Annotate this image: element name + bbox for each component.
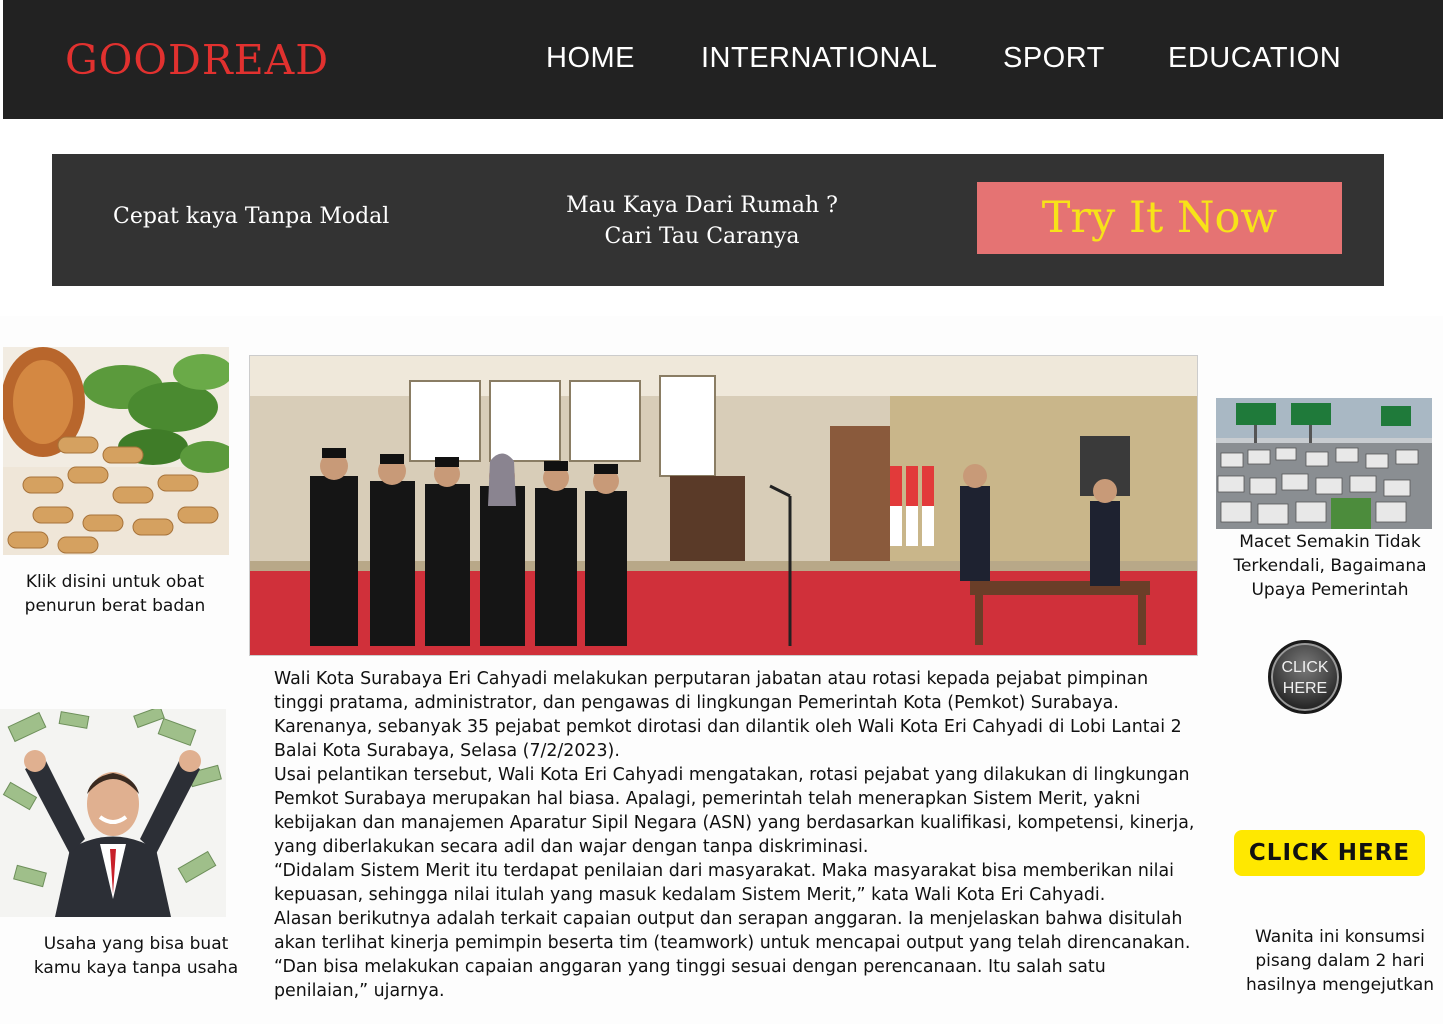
banana-ad-caption[interactable]: Wanita ini konsumsi pisang dalam 2 hari … <box>1240 925 1440 997</box>
rich-businessman-ad-image[interactable] <box>0 709 226 917</box>
business-ad-caption[interactable]: Usaha yang bisa buat kamu kaya tanpa usa… <box>30 932 242 980</box>
article-paragraph: Usai pelantikan tersebut, Wali Kota Eri … <box>274 765 1195 857</box>
site-logo[interactable]: GOODREAD <box>65 36 329 84</box>
click-here-bar-button[interactable]: CLICK HERE <box>1234 830 1425 876</box>
banner-question: Mau Kaya Dari Rumah ? Cari Tau Caranya <box>522 190 882 252</box>
click-here-round-line2: HERE <box>1282 680 1328 697</box>
banner-question-line1: Mau Kaya Dari Rumah ? <box>566 193 838 218</box>
nav-education[interactable]: EDUCATION <box>1168 42 1341 75</box>
banner-question-line2: Cari Tau Caranya <box>604 224 800 249</box>
article-body: Wali Kota Surabaya Eri Cahyadi melakukan… <box>274 667 1196 1003</box>
traffic-jam-ad-image[interactable] <box>1216 398 1432 529</box>
nav-home[interactable]: HOME <box>546 42 635 75</box>
article-paragraph: Wali Kota Surabaya Eri Cahyadi melakukan… <box>274 669 1182 761</box>
click-here-round-button[interactable]: CLICK HERE <box>1268 640 1342 714</box>
herbal-ad-caption[interactable]: Klik disini untuk obat penurun berat bad… <box>10 570 220 618</box>
banner-tagline: Cepat kaya Tanpa Modal <box>113 204 390 229</box>
nav-international[interactable]: INTERNATIONAL <box>701 42 937 75</box>
herbal-capsules-ad-image[interactable] <box>3 347 229 555</box>
inauguration-photo <box>249 355 1198 656</box>
article-paragraph: Alasan berikutnya adalah terkait capaian… <box>274 909 1191 1001</box>
try-it-now-button[interactable]: Try It Now <box>977 182 1342 254</box>
traffic-ad-caption[interactable]: Macet Semakin Tidak Terkendali, Bagaiman… <box>1222 530 1438 602</box>
nav-sport[interactable]: SPORT <box>1003 42 1105 75</box>
article-paragraph: “Didalam Sistem Merit itu terdapat penil… <box>274 861 1174 905</box>
top-navbar: GOODREAD HOME INTERNATIONAL SPORT EDUCAT… <box>3 0 1443 119</box>
promo-banner: Cepat kaya Tanpa Modal Mau Kaya Dari Rum… <box>52 154 1384 286</box>
click-here-round-line1: CLICK <box>1281 659 1329 676</box>
